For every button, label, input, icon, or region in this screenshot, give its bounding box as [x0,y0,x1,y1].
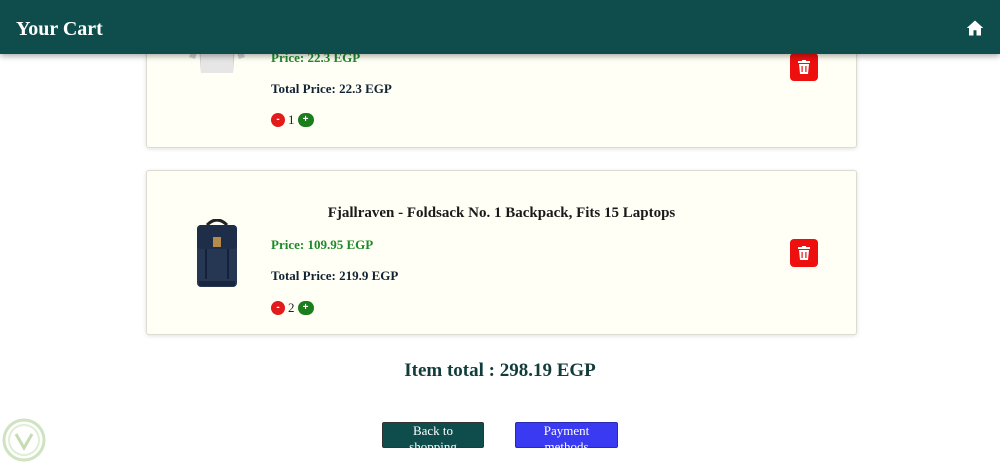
product-total-price: Total Price: 219.9 EGP [271,268,399,283]
product-total-price: Total Price: 22.3 EGP [271,81,392,96]
quantity-stepper: - 1 + [271,112,314,128]
product-price: Price: 109.95 EGP [271,237,374,252]
cart-item-card: Fjallraven - Foldsack No. 1 Backpack, Fi… [146,170,857,335]
decrease-quantity-button[interactable]: - [271,301,285,315]
product-name: Fjallraven - Foldsack No. 1 Backpack, Fi… [327,205,676,221]
brand-logo-icon [2,418,46,462]
app-header: Your Cart [0,0,1000,54]
delete-item-button[interactable] [790,53,818,81]
delete-item-button[interactable] [790,239,818,267]
product-image-backpack [197,219,237,287]
increase-quantity-button[interactable]: + [297,113,314,127]
trash-icon [798,60,810,74]
quantity-value: 1 [288,112,295,127]
home-icon[interactable] [966,19,984,37]
quantity-stepper: - 2 + [271,300,314,316]
quantity-value: 2 [288,300,295,315]
back-to-shopping-button[interactable]: Back to shopping [382,422,484,454]
increase-quantity-button[interactable]: + [297,301,314,315]
page-title: Your Cart [16,18,103,40]
decrease-quantity-button[interactable]: - [271,113,285,127]
trash-icon [798,246,810,260]
cart-item-total: Item total : 298.19 EGP [404,360,596,381]
payment-methods-button[interactable]: Payment methods [515,422,618,454]
